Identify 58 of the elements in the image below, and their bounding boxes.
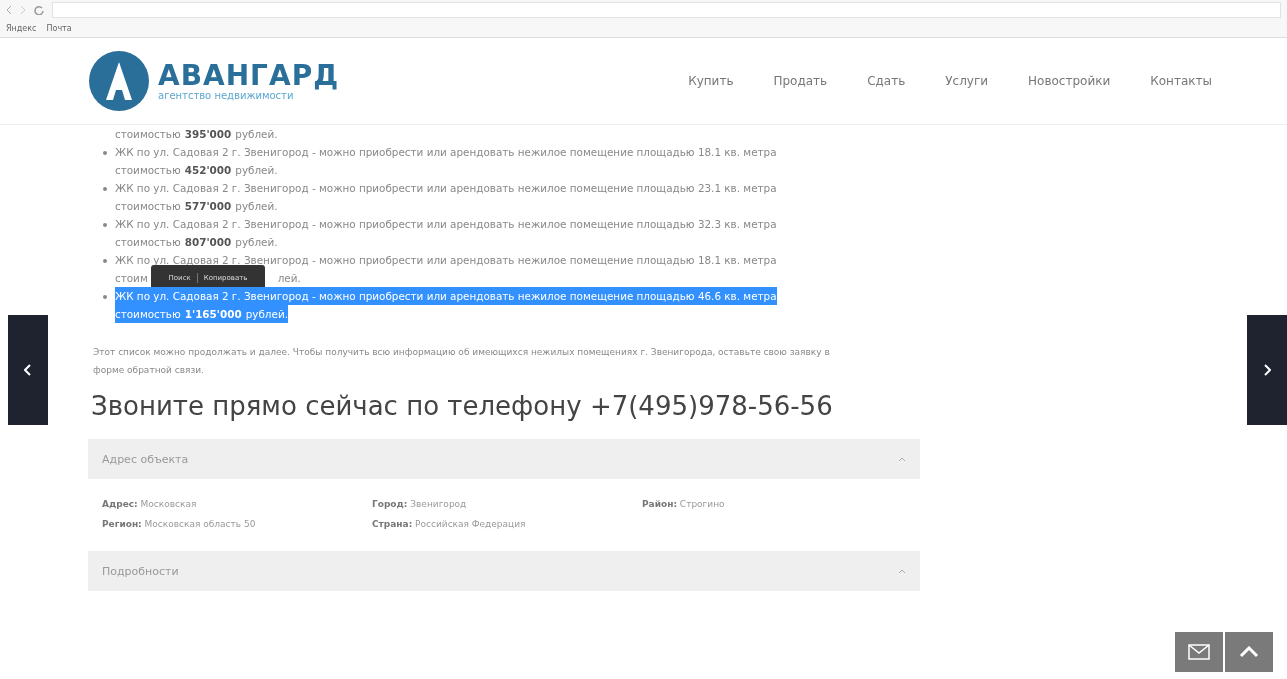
currency-text: рублей. — [235, 127, 278, 142]
logo-tagline: агентство недвижимости — [158, 89, 294, 101]
listing-text: ЖК по ул. Садовая 2 г. Звенигород - можно приобрести или арендовать нежилое помещение площадью 46.6 кв. метра — [115, 287, 777, 305]
chevron-left-icon — [24, 364, 32, 376]
bullet-icon — [103, 223, 107, 227]
call-heading: Звоните прямо сейчас по телефону +7(495)978-56-56 — [91, 391, 834, 421]
panel-header[interactable]: Адрес объекта — [88, 439, 920, 479]
bullet-icon — [103, 151, 107, 155]
listing-text: ЖК по ул. Садовая 2 г. Звенигород - можно приобрести или арендовать нежилое помещение площадью 23.1 кв. метра — [115, 181, 777, 196]
price: 1'165'000 — [184, 307, 242, 322]
price: 807'000 — [184, 235, 232, 250]
price-label: стоимостью — [115, 127, 181, 142]
nav-link[interactable]: Новостройки — [1028, 74, 1111, 88]
panel-title: Адрес объекта — [102, 452, 189, 466]
currency-text: рублей. — [235, 235, 278, 250]
price-label: стоимостью — [115, 235, 181, 250]
forward-icon[interactable] — [20, 5, 26, 15]
address-field: Регион: Московская область 50 — [102, 519, 372, 529]
price-label: стоимостью — [115, 163, 181, 178]
currency-text: лей. — [277, 271, 301, 286]
back-icon[interactable] — [6, 5, 12, 15]
logo-name: АВАНГАРД — [158, 61, 340, 90]
chevron-right-icon — [1263, 364, 1271, 376]
price: 452'000 — [184, 163, 232, 178]
nav-link[interactable]: Услуги — [945, 74, 989, 88]
currency-text: рублей. — [235, 199, 278, 214]
bullet-icon — [103, 295, 107, 299]
mail-icon — [1188, 644, 1210, 660]
address-field: Район: Строгино — [642, 499, 906, 509]
note-paragraph: Этот список можно продолжать и далее. Чтобы получить всю информацию об имеющихся нежилых помещениях г. Звенигорода, оставьте свою заявку в форме обратной связи. — [93, 346, 831, 377]
price: 395'000 — [184, 127, 232, 142]
address-field: Адрес: Московская — [102, 499, 372, 509]
panel-header[interactable]: Подробности — [88, 551, 920, 591]
bullet-icon — [103, 259, 107, 263]
nav-link[interactable]: Купить — [688, 74, 734, 88]
mail-button[interactable] — [1175, 632, 1223, 672]
address-field: Город: Звенигород — [372, 499, 642, 509]
bookmark[interactable]: Яндекс — [6, 24, 37, 33]
nav-link[interactable]: Контакты — [1150, 74, 1212, 88]
nav-link[interactable]: Продать — [773, 74, 828, 88]
price: 577'000 — [184, 199, 232, 214]
price-label: стоим — [115, 271, 148, 286]
address-field: Страна: Российская Федерация — [372, 519, 642, 529]
price-label: стоимостью — [115, 199, 181, 214]
currency-text: рублей. — [235, 163, 278, 178]
listing-text: ЖК по ул. Садовая 2 г. Звенигород - можно приобрести или арендовать нежилое помещение площадью 32.3 кв. метра — [115, 217, 777, 232]
bookmark[interactable]: Почта — [46, 24, 72, 33]
price-label: стоимостью — [115, 307, 181, 322]
scroll-top-button[interactable] — [1225, 632, 1273, 672]
currency-text: рублей. — [245, 307, 288, 322]
reload-icon[interactable] — [34, 5, 44, 15]
nav-link[interactable]: Сдать — [867, 74, 906, 88]
chevron-up-icon — [1239, 646, 1259, 658]
address-bar[interactable] — [52, 2, 1281, 18]
bullet-icon — [103, 187, 107, 191]
panel-title: Подробности — [102, 564, 179, 578]
listing-text: ЖК по ул. Садовая 2 г. Звенигород - можно приобрести или арендовать нежилое помещение площадью 18.1 кв. метра — [115, 145, 777, 160]
logo-icon — [88, 50, 150, 112]
